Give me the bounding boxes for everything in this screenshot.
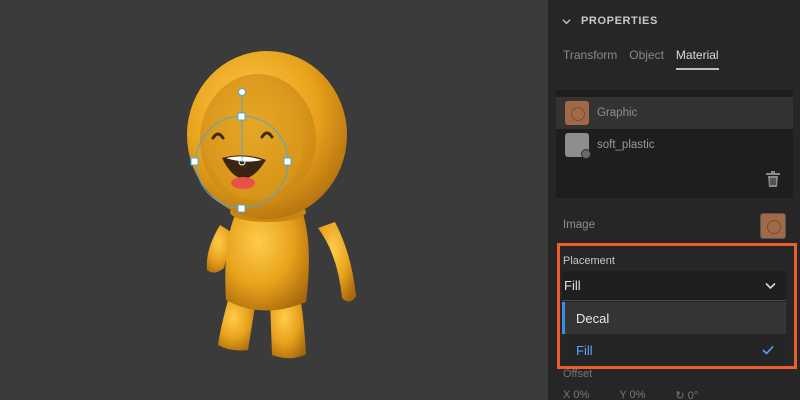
- image-label: Image: [563, 219, 595, 231]
- chevron-down-icon: [562, 18, 571, 24]
- material-list: Graphic soft_plastic: [556, 90, 793, 198]
- properties-header[interactable]: PROPERTIES: [562, 12, 658, 30]
- material-item-graphic[interactable]: Graphic: [556, 97, 793, 129]
- material-name: soft_plastic: [597, 139, 655, 151]
- placement-value: Fill: [564, 278, 581, 293]
- option-label: Decal: [576, 310, 610, 326]
- offset-y-field[interactable]: Y 0%: [619, 389, 645, 400]
- option-label: Fill: [576, 342, 593, 358]
- rotation-field[interactable]: ↻ 0°: [675, 389, 698, 400]
- offset-label: Offset: [563, 368, 593, 380]
- checkmark-icon: [762, 345, 774, 355]
- tab-transform[interactable]: Transform: [563, 48, 617, 70]
- property-tabs: Transform Object Material: [563, 48, 719, 70]
- image-picker[interactable]: [760, 213, 786, 239]
- placement-dropdown[interactable]: Fill: [562, 271, 786, 301]
- 3d-viewport[interactable]: [0, 0, 548, 400]
- offset-fields: X 0% Y 0% ↻ 0°: [563, 389, 698, 400]
- offset-x-field[interactable]: X 0%: [563, 389, 589, 400]
- option-fill[interactable]: Fill: [562, 334, 786, 366]
- placement-label: Placement: [563, 255, 615, 267]
- option-decal[interactable]: Decal: [562, 302, 786, 334]
- chevron-down-icon: [765, 282, 776, 290]
- material-swatch-icon: [565, 133, 591, 159]
- material-name: Graphic: [597, 107, 638, 119]
- tab-material[interactable]: Material: [675, 48, 719, 70]
- section-title: PROPERTIES: [581, 15, 658, 27]
- image-swatch-icon: [565, 101, 589, 125]
- trash-icon[interactable]: [765, 170, 781, 188]
- material-badge-icon: [581, 149, 591, 159]
- character-model: [187, 51, 356, 359]
- tab-object[interactable]: Object: [629, 48, 664, 70]
- material-item-soft-plastic[interactable]: soft_plastic: [556, 129, 793, 161]
- properties-panel: PROPERTIES Transform Object Material Gra…: [548, 0, 800, 400]
- placement-options: Decal Fill: [562, 302, 786, 366]
